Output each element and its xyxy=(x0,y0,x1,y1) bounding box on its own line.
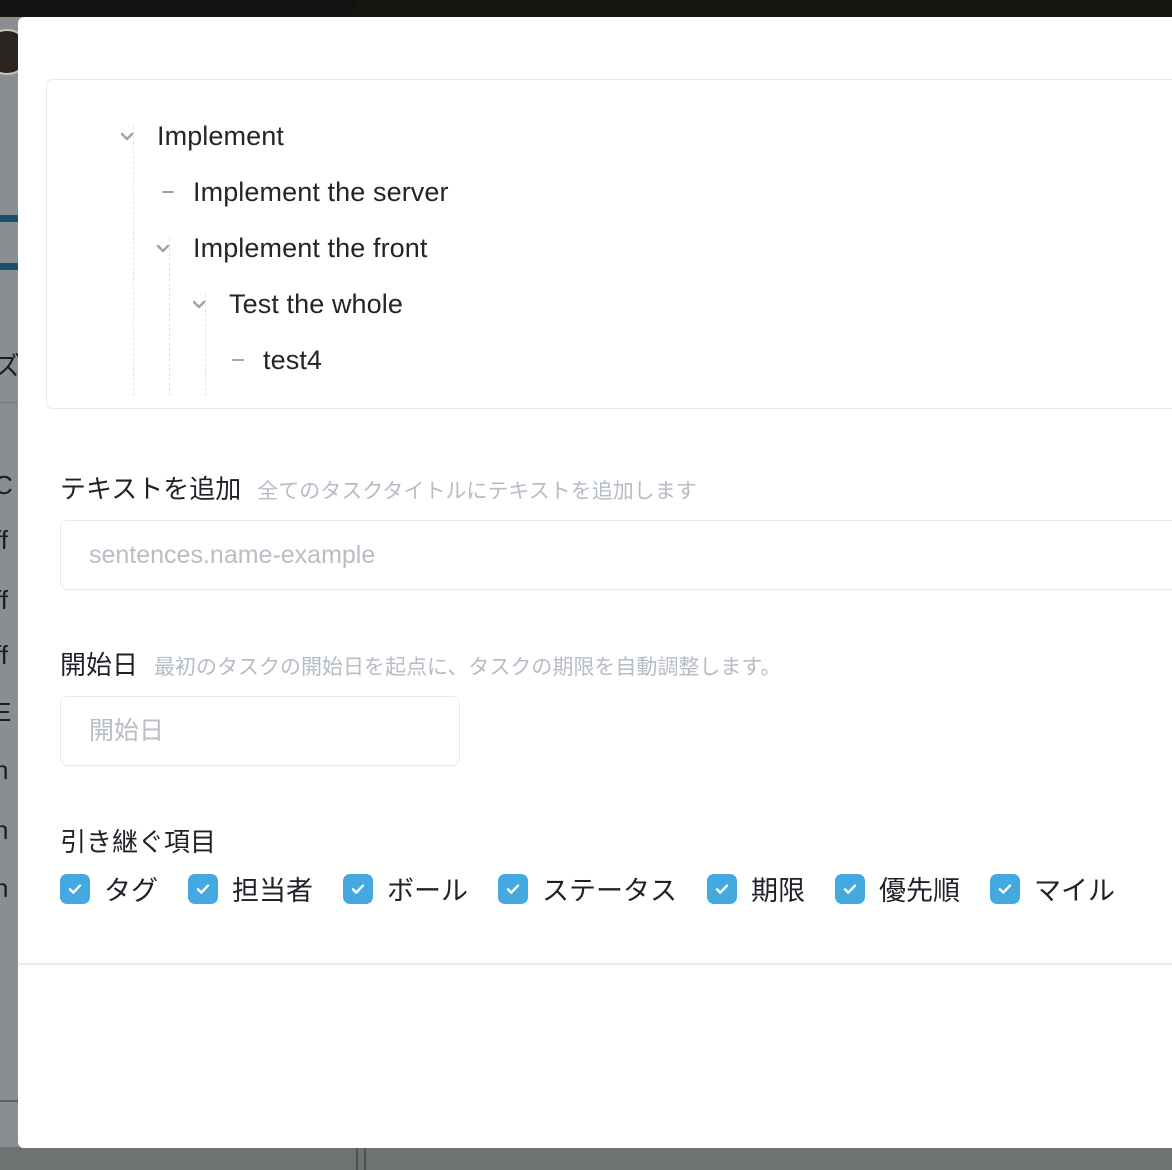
inherit-options-section: 引き継ぐ項目 タグ 担当者 ボール ステータス 期限 優先順 マイル xyxy=(60,822,1145,908)
inherit-options-label: 引き継ぐ項目 xyxy=(60,827,217,857)
checkbox-item-milestone[interactable]: マイル xyxy=(990,869,1115,908)
tree-node-implement-the-front[interactable]: Implement the front xyxy=(47,220,1172,276)
modal-footer xyxy=(18,965,1172,1148)
tree-node-label: Implement the front xyxy=(193,232,428,263)
checkbox-label: タグ xyxy=(104,876,158,906)
checkbox-item-status[interactable]: ステータス xyxy=(498,869,677,908)
tree-node-test4[interactable]: test4 xyxy=(47,332,1172,388)
check-icon[interactable] xyxy=(990,873,1020,904)
chevron-down-icon[interactable] xyxy=(155,240,181,256)
checkbox-item-ball[interactable]: ボール xyxy=(343,869,468,908)
add-text-section: テキストを追加 全てのタスクタイトルにテキストを追加します xyxy=(60,469,1172,590)
check-icon[interactable] xyxy=(835,873,865,904)
background-column-divider xyxy=(364,1148,366,1170)
dash-icon xyxy=(225,359,251,361)
add-text-hint: 全てのタスクタイトルにテキストを追加します xyxy=(257,480,697,503)
duplicate-task-modal: Implement Implement the server Implement… xyxy=(18,17,1172,1148)
check-icon[interactable] xyxy=(498,873,528,904)
tree-node-label: Implement the server xyxy=(193,176,449,207)
checkbox-label: 期限 xyxy=(751,876,805,906)
checkbox-item-assignee[interactable]: 担当者 xyxy=(188,869,313,908)
inherit-options-row: タグ 担当者 ボール ステータス 期限 優先順 マイル xyxy=(60,869,1145,908)
start-date-input[interactable] xyxy=(60,696,460,766)
tree-node-label: Test the whole xyxy=(229,288,403,319)
start-date-label: 開始日 xyxy=(60,650,139,680)
background-titlebar-left xyxy=(0,0,356,14)
start-date-section: 開始日 最初のタスクの開始日を起点に、タスクの期限を自動調整します。 xyxy=(60,645,781,766)
checkbox-item-due-date[interactable]: 期限 xyxy=(707,869,805,908)
add-text-input[interactable] xyxy=(60,520,1172,590)
tree-node-label: test4 xyxy=(263,344,323,375)
tree-node-label: Implement xyxy=(157,120,284,151)
task-tree-panel: Implement Implement the server Implement… xyxy=(46,79,1172,409)
start-date-header: 開始日 最初のタスクの開始日を起点に、タスクの期限を自動調整します。 xyxy=(60,645,781,682)
start-date-hint: 最初のタスクの開始日を起点に、タスクの期限を自動調整します。 xyxy=(154,656,782,679)
checkbox-label: 優先順 xyxy=(879,876,960,906)
add-text-label: テキストを追加 xyxy=(60,474,242,504)
modal-body: Implement Implement the server Implement… xyxy=(18,17,1172,963)
chevron-down-icon[interactable] xyxy=(191,296,217,312)
check-icon[interactable] xyxy=(60,873,90,904)
checkbox-item-priority[interactable]: 優先順 xyxy=(835,869,960,908)
checkbox-label: ボール xyxy=(387,876,468,906)
dash-icon xyxy=(155,191,181,193)
background-column-divider xyxy=(356,1148,358,1170)
check-icon[interactable] xyxy=(707,873,737,904)
checkbox-label: ステータス xyxy=(542,876,677,906)
checkbox-label: 担当者 xyxy=(232,876,313,906)
checkbox-label: マイル xyxy=(1034,876,1115,906)
check-icon[interactable] xyxy=(343,873,373,904)
tree-node-implement-the-server[interactable]: Implement the server xyxy=(47,164,1172,220)
check-icon[interactable] xyxy=(188,873,218,904)
chevron-down-icon[interactable] xyxy=(119,128,145,144)
tree-node-test-the-whole[interactable]: Test the whole xyxy=(47,276,1172,332)
checkbox-item-tag[interactable]: タグ xyxy=(60,869,158,908)
tree-node-implement[interactable]: Implement xyxy=(47,108,1172,164)
add-text-header: テキストを追加 全てのタスクタイトルにテキストを追加します xyxy=(60,469,1172,506)
